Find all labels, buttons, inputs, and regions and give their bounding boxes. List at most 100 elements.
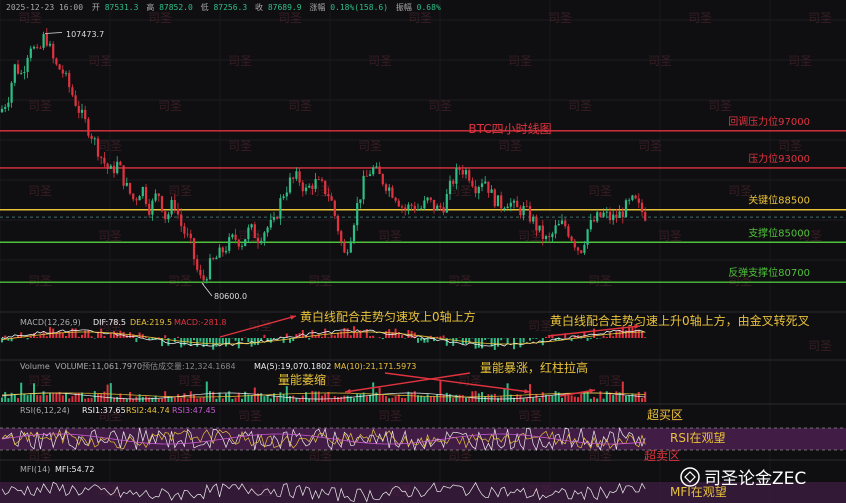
macd-histogram-bar xyxy=(36,337,39,338)
volume-bar xyxy=(452,398,455,402)
volume-bar xyxy=(13,395,16,402)
candle-body xyxy=(167,214,170,220)
candle-body xyxy=(410,204,413,206)
volume-bar xyxy=(237,392,240,402)
volume-bar xyxy=(215,398,218,402)
candle-body xyxy=(359,199,362,204)
volume-legend-ma5: MA(5):19,070.1802 xyxy=(254,362,331,371)
volume-bar xyxy=(439,381,442,402)
candle-body xyxy=(231,234,234,238)
volume-bar xyxy=(535,393,538,402)
watermark-text: 司圣 xyxy=(428,99,452,113)
candle-body xyxy=(180,214,183,227)
macd-legend-dif: DIF:78.5 xyxy=(93,318,126,327)
price-level-label: 支撑位85000 xyxy=(748,226,810,239)
rsi-legend-r3: RSI3:47.45 xyxy=(172,406,216,415)
volume-bar xyxy=(391,397,394,402)
candle-body xyxy=(256,238,260,244)
volume-bar xyxy=(426,394,429,402)
macd-histogram-bar xyxy=(180,338,183,348)
macd-histogram-bar xyxy=(641,332,643,338)
macd-histogram-bar xyxy=(157,337,160,338)
candle-body xyxy=(116,161,119,174)
candle-body xyxy=(320,179,324,181)
volume-bar xyxy=(183,393,186,402)
macd-histogram-bar xyxy=(506,338,509,344)
candle-body xyxy=(336,215,340,232)
volume-bar xyxy=(490,394,493,402)
watermark-text: 司圣 xyxy=(638,139,662,153)
price-level-label: 关键位88500 xyxy=(748,194,810,207)
rsi-legend-r1: RSI1:37.65 xyxy=(82,406,126,415)
rsi-overbought-label: 超买区 xyxy=(647,407,683,422)
volume-bar xyxy=(68,398,71,402)
macd-histogram-bar xyxy=(276,338,279,339)
volume-bar xyxy=(538,397,541,402)
candle-body xyxy=(612,214,615,221)
candle-body xyxy=(45,34,48,46)
macd-histogram-bar xyxy=(225,338,227,347)
volume-bar xyxy=(52,392,55,402)
candle-body xyxy=(55,58,58,65)
volume-bar xyxy=(266,395,269,402)
macd-histogram-bar xyxy=(241,338,243,341)
candle-body xyxy=(343,242,346,253)
volume-bar xyxy=(442,394,445,402)
volume-bar xyxy=(577,397,579,402)
macd-histogram-bar xyxy=(49,327,51,338)
candle-body xyxy=(640,202,644,213)
watermark-text: 司圣 xyxy=(18,11,42,25)
candle-body xyxy=(64,72,68,74)
candle-body xyxy=(416,209,420,211)
candle-body xyxy=(77,105,80,113)
candle-body xyxy=(423,200,426,209)
volume-bar xyxy=(337,396,339,402)
macd-histogram-bar xyxy=(417,338,419,343)
volume-bar xyxy=(81,392,83,402)
candle-body xyxy=(151,200,154,215)
candle-body xyxy=(541,225,544,239)
volume-bar xyxy=(97,394,99,402)
candle-body xyxy=(634,195,637,199)
candle-body xyxy=(298,171,301,183)
volume-bar xyxy=(570,395,573,402)
candle-body xyxy=(394,197,397,201)
candle-body xyxy=(244,239,247,246)
macd-histogram-bar xyxy=(500,338,503,341)
watermark-text: 司圣 xyxy=(88,54,112,68)
volume-bar xyxy=(557,392,560,402)
candle-body xyxy=(196,259,199,270)
macd-histogram-bar xyxy=(484,338,487,341)
watermark-text: 司圣 xyxy=(788,54,812,68)
candle-body xyxy=(26,57,29,72)
watermark-text: 司圣 xyxy=(598,374,622,388)
watermark-text: 司圣 xyxy=(778,139,802,153)
watermark-text: 司圣 xyxy=(308,274,332,288)
volume-bar xyxy=(580,393,583,402)
candle-body xyxy=(96,138,100,157)
candle-body xyxy=(349,241,352,253)
candle-body xyxy=(228,237,231,251)
mfi-legend-value: MFI:54.72 xyxy=(55,465,94,474)
watermark-text: 司圣 xyxy=(688,11,712,25)
macd-histogram-bar xyxy=(545,336,547,338)
watermark-text: 司圣 xyxy=(588,449,612,463)
volume-bar xyxy=(445,392,448,402)
candle-body xyxy=(176,208,180,215)
candle-body xyxy=(295,171,298,179)
candle-body xyxy=(464,170,468,175)
candle-body xyxy=(631,195,634,200)
volume-bar xyxy=(29,394,32,402)
candle-body xyxy=(52,43,55,59)
volume-bar xyxy=(180,398,183,402)
macd-histogram-bar xyxy=(535,338,538,339)
volume-bar xyxy=(84,398,87,402)
candle-body xyxy=(420,208,423,210)
volume-bar xyxy=(218,392,221,402)
candle-body xyxy=(621,211,624,218)
macd-histogram-bar xyxy=(369,336,371,338)
candle-body xyxy=(48,43,52,46)
watermark-text: 司圣 xyxy=(168,449,192,463)
candle-body xyxy=(404,207,407,210)
low-marker-label: 80600.0 xyxy=(214,292,247,301)
